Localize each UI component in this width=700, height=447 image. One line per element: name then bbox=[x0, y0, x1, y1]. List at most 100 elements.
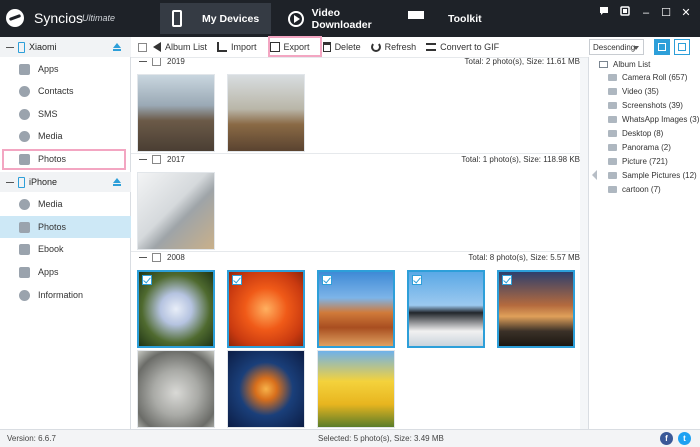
album-label: Desktop (8) bbox=[622, 129, 664, 138]
import-icon bbox=[217, 42, 228, 52]
album-item[interactable]: Picture (721) bbox=[608, 155, 700, 168]
album-item[interactable]: Sample Pictures (12) bbox=[608, 169, 700, 182]
delete-label: Delete bbox=[334, 42, 361, 52]
eject-icon[interactable] bbox=[113, 178, 121, 186]
tab-my-devices[interactable]: My Devices bbox=[160, 3, 271, 34]
photo-thumbnail[interactable] bbox=[227, 74, 305, 152]
media-icon bbox=[19, 198, 30, 210]
sidebar-item-label: Photos bbox=[38, 154, 67, 164]
album-item[interactable]: cartoon (7) bbox=[608, 183, 700, 196]
convert-icon bbox=[426, 43, 437, 51]
photo-thumbnail[interactable] bbox=[137, 172, 215, 250]
photo-thumbnail-selected[interactable] bbox=[317, 270, 395, 348]
sidebar-item-information[interactable]: Information bbox=[0, 284, 131, 306]
checked-checkbox-icon[interactable] bbox=[502, 275, 512, 285]
image-icon bbox=[608, 158, 617, 165]
photo-thumbnail-selected[interactable] bbox=[137, 270, 215, 348]
checked-checkbox-icon[interactable] bbox=[142, 275, 152, 285]
collapse-icon[interactable] bbox=[139, 158, 147, 160]
device-iphone[interactable]: iPhone bbox=[0, 172, 131, 192]
import-button[interactable]: Import bbox=[217, 38, 257, 56]
select-view-button[interactable] bbox=[674, 39, 690, 55]
collapse-panel-icon[interactable] bbox=[592, 170, 597, 180]
camera-icon bbox=[608, 74, 617, 81]
album-label: Panorama (2) bbox=[622, 143, 671, 152]
image-icon bbox=[608, 102, 617, 109]
export-button[interactable]: Export bbox=[267, 38, 313, 56]
photo-thumbnail-selected[interactable] bbox=[407, 270, 485, 348]
album-item[interactable]: Panorama (2) bbox=[608, 141, 700, 154]
sidebar-item-apps[interactable]: Apps bbox=[0, 58, 131, 80]
collapse-icon[interactable] bbox=[139, 256, 147, 258]
album-item[interactable]: Video (35) bbox=[608, 85, 700, 98]
sidebar-item-contacts[interactable]: Contacts bbox=[0, 80, 131, 102]
group-summary: Total: 2 photo(s), Size: 11.61 MB bbox=[464, 57, 580, 66]
collapse-icon[interactable] bbox=[6, 46, 14, 48]
checked-checkbox-icon[interactable] bbox=[322, 275, 332, 285]
tab-label: My Devices bbox=[202, 12, 260, 25]
group-checkbox[interactable] bbox=[152, 252, 161, 262]
vertical-scrollbar[interactable] bbox=[580, 58, 588, 429]
sort-order-select[interactable]: Descending bbox=[589, 39, 644, 55]
photo-thumbnail[interactable] bbox=[317, 350, 395, 428]
photo-thumbnail-selected[interactable] bbox=[227, 270, 305, 348]
title-bar: Syncios Ultimate My Devices Video Downlo… bbox=[0, 0, 700, 37]
collapse-icon[interactable] bbox=[6, 181, 14, 183]
album-item[interactable]: WhatsApp Images (3) bbox=[608, 113, 700, 126]
group-checkbox[interactable] bbox=[152, 154, 161, 164]
sidebar-item-media[interactable]: Media bbox=[0, 193, 131, 215]
apps-icon bbox=[19, 63, 30, 75]
sidebar-item-apps[interactable]: Apps bbox=[0, 261, 131, 283]
album-item[interactable]: Camera Roll (657) bbox=[608, 71, 700, 84]
sidebar-item-photos-selected[interactable]: Photos bbox=[0, 216, 131, 238]
select-all-checkbox[interactable] bbox=[138, 42, 147, 52]
refresh-button[interactable]: Refresh bbox=[370, 38, 416, 56]
tab-toolkit[interactable]: Toolkit bbox=[408, 3, 498, 34]
close-button[interactable]: ✕ bbox=[678, 5, 694, 21]
album-list-title: Album List bbox=[599, 60, 650, 69]
album-list-button[interactable]: Album List bbox=[153, 38, 207, 56]
eject-icon[interactable] bbox=[113, 43, 121, 51]
device-name: Xiaomi bbox=[29, 42, 57, 52]
sidebar-item-label: Ebook bbox=[38, 244, 64, 254]
device-xiaomi[interactable]: Xiaomi bbox=[0, 37, 131, 57]
minimize-button[interactable]: – bbox=[638, 5, 654, 21]
import-label: Import bbox=[231, 42, 257, 52]
sidebar-item-ebook[interactable]: Ebook bbox=[0, 238, 131, 260]
status-bar: Version: 6.6.7 Selected: 5 photo(s), Siz… bbox=[0, 429, 700, 447]
facebook-icon[interactable]: f bbox=[660, 432, 673, 445]
app-edition: Ultimate bbox=[82, 13, 116, 23]
photo-thumbnail[interactable] bbox=[137, 350, 215, 428]
check-square-icon bbox=[678, 43, 686, 51]
group-summary: Total: 8 photo(s), Size: 5.57 MB bbox=[468, 252, 580, 262]
tab-video-downloader[interactable]: Video Downloader bbox=[288, 3, 400, 34]
album-panel: Album List Camera Roll (657) Video (35) … bbox=[588, 57, 700, 429]
feedback-icon[interactable] bbox=[596, 5, 612, 21]
settings-icon[interactable] bbox=[617, 5, 633, 21]
photo-thumbnail-selected[interactable] bbox=[497, 270, 575, 348]
album-list-label: Album List bbox=[165, 42, 208, 52]
photos-icon bbox=[19, 153, 30, 165]
sidebar-item-sms[interactable]: SMS bbox=[0, 103, 131, 125]
checked-checkbox-icon[interactable] bbox=[232, 275, 242, 285]
convert-gif-button[interactable]: Convert to GIF bbox=[426, 38, 499, 56]
phone-icon bbox=[18, 41, 25, 53]
image-icon bbox=[608, 116, 617, 123]
group-checkbox[interactable] bbox=[152, 58, 161, 66]
sidebar-item-photos[interactable]: Photos bbox=[0, 148, 131, 170]
photo-thumbnail[interactable] bbox=[227, 350, 305, 428]
album-item[interactable]: Screenshots (39) bbox=[608, 99, 700, 112]
checked-checkbox-icon[interactable] bbox=[412, 275, 422, 285]
photo-thumbnail[interactable] bbox=[137, 74, 215, 152]
apps-icon bbox=[19, 266, 30, 278]
sidebar-item-media[interactable]: Media bbox=[0, 125, 131, 147]
delete-button[interactable]: Delete bbox=[322, 38, 361, 56]
selection-summary: Selected: 5 photo(s), Size: 3.49 MB bbox=[318, 434, 444, 443]
twitter-icon[interactable]: t bbox=[678, 432, 691, 445]
calendar-view-button[interactable] bbox=[654, 39, 670, 55]
album-label: Sample Pictures (12) bbox=[622, 171, 697, 180]
collapse-icon[interactable] bbox=[139, 60, 147, 62]
convert-gif-label: Convert to GIF bbox=[440, 42, 500, 52]
maximize-button[interactable]: ☐ bbox=[658, 5, 674, 21]
album-item[interactable]: Desktop (8) bbox=[608, 127, 700, 140]
